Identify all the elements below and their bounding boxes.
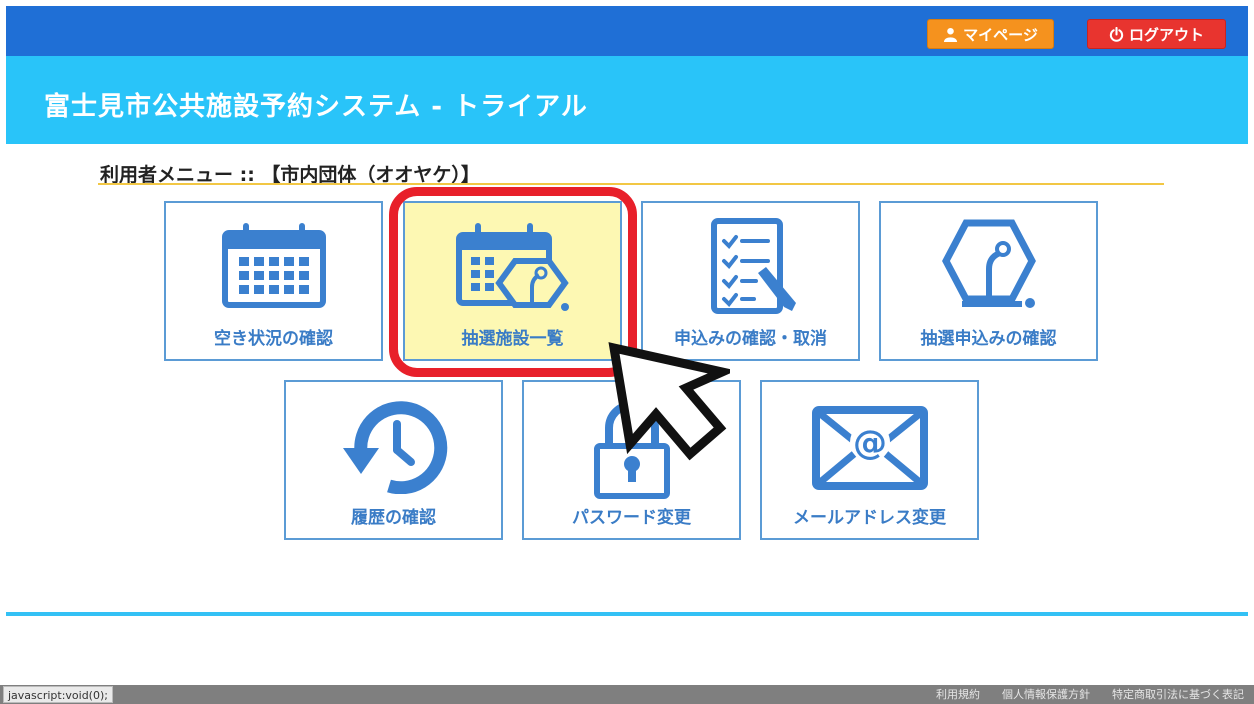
footer-link-terms[interactable]: 利用規約 <box>936 685 980 704</box>
user-icon <box>944 27 958 42</box>
footer-link-privacy[interactable]: 個人情報保護方針 <box>1002 685 1090 704</box>
power-icon <box>1109 26 1124 42</box>
tile-email-change-label: メールアドレス変更 <box>793 508 946 528</box>
tile-history-label: 履歴の確認 <box>351 508 436 528</box>
tile-application-check-cancel-label: 申込みの確認・取消 <box>674 329 827 349</box>
page-title: 富士見市公共施設予約システム - トライアル <box>44 92 588 122</box>
tile-availability-label: 空き状況の確認 <box>214 329 333 349</box>
footer-link-commerce-law[interactable]: 特定商取引法に基づく表記 <box>1112 685 1244 704</box>
history-clock-icon <box>339 398 449 498</box>
lottery-icon <box>934 217 1044 317</box>
tile-lottery-facilities-label: 抽選施設一覧 <box>461 329 564 349</box>
lottery-facility-icon <box>453 217 573 317</box>
logout-button[interactable]: ログアウト <box>1087 19 1226 49</box>
tile-lottery-application-check-label: 抽選申込みの確認 <box>920 329 1057 349</box>
tile-email-change[interactable]: @ メールアドレス変更 <box>760 380 979 540</box>
svg-text:@: @ <box>853 423 887 463</box>
logout-label: ログアウト <box>1128 25 1204 44</box>
lock-icon <box>577 400 687 504</box>
tile-application-check-cancel[interactable]: 申込みの確認・取消 <box>641 201 860 361</box>
tile-availability[interactable]: 空き状況の確認 <box>164 201 383 361</box>
mypage-button[interactable]: マイページ <box>927 19 1054 49</box>
heading-underline <box>98 183 1164 185</box>
status-url: javascript:void(0); <box>3 686 113 703</box>
top-bar: マイページ ログアウト <box>6 6 1248 56</box>
tile-history[interactable]: 履歴の確認 <box>284 380 503 540</box>
tile-lottery-application-check[interactable]: 抽選申込みの確認 <box>879 201 1098 361</box>
tile-password-change[interactable]: パスワード変更 <box>522 380 741 540</box>
checklist-icon <box>696 217 806 321</box>
title-banner: 富士見市公共施設予約システム - トライアル <box>6 56 1248 144</box>
tile-password-change-label: パスワード変更 <box>572 508 691 528</box>
calendar-icon <box>219 217 329 313</box>
mypage-label: マイページ <box>963 25 1038 44</box>
footer-links: 利用規約 個人情報保護方針 特定商取引法に基づく表記 <box>936 685 1244 704</box>
content-divider <box>6 612 1248 616</box>
status-bar: javascript:void(0); 利用規約 個人情報保護方針 特定商取引法… <box>0 685 1254 704</box>
tile-lottery-facilities[interactable]: 抽選施設一覧 <box>403 201 622 361</box>
mail-icon: @ <box>810 404 930 498</box>
